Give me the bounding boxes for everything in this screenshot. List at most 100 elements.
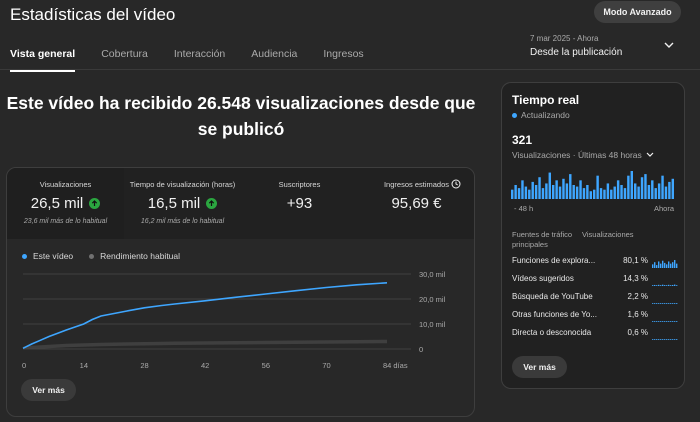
realtime-bar (552, 185, 555, 199)
sparkline-bar (674, 303, 676, 304)
metric-revenue[interactable]: Ingresos estimados 95,69 € (358, 168, 474, 239)
traffic-source-name: Directa o desconocida (512, 328, 592, 337)
sparkline-bar (674, 259, 676, 268)
sparkline-bar (676, 303, 678, 304)
sparkline-bar (658, 303, 660, 304)
metric-comparison: 16,2 mil más de lo habitual (140, 218, 225, 225)
clock-icon (451, 179, 461, 189)
traffic-sources-header: Fuentes de tráfico principales (512, 230, 573, 249)
realtime-bar (558, 186, 562, 199)
realtime-title: Tiempo real (512, 93, 580, 107)
arrow-up-icon (89, 198, 101, 209)
realtime-bar (623, 188, 627, 199)
metric-comparison: 23,6 mil más de lo habitual (23, 218, 108, 225)
sparkline-bar (652, 321, 654, 322)
date-range-selector[interactable]: 7 mar 2025 - Ahora Desde la publicación (530, 34, 622, 58)
x-tick-label: 84 días (383, 361, 408, 370)
realtime-axis-end: Ahora (654, 204, 675, 213)
realtime-bar (630, 171, 633, 199)
sparkline-bar (666, 321, 668, 322)
traffic-source-row[interactable]: Otras funciones de Yo... 1,6 % (512, 308, 678, 324)
chevron-down-icon (646, 152, 654, 157)
sparkline-bar (660, 321, 662, 322)
metric-subscribers[interactable]: Suscriptores +93 (241, 168, 358, 239)
realtime-bar (538, 177, 541, 199)
sparkline-bar (660, 285, 662, 286)
metric-views[interactable]: Visualizaciones 26,5 mil 23,6 mil más de… (7, 168, 124, 239)
realtime-bar (531, 181, 534, 199)
sparkline-bar (670, 321, 672, 322)
sparkline-bar (654, 284, 656, 286)
realtime-bar (541, 188, 545, 199)
views-headline: Este vídeo ha recibido 26.548 visualizac… (6, 93, 476, 139)
sparkline-bar (676, 339, 678, 340)
realtime-bar (593, 189, 596, 199)
sparkline-bar (668, 339, 670, 340)
traffic-sources-views-header: Visualizaciones (582, 230, 634, 239)
traffic-source-sparkline (652, 259, 678, 268)
sparkline-bar (658, 261, 660, 268)
sparkline-bar (660, 263, 662, 268)
realtime-see-more-button[interactable]: Ver más (512, 356, 567, 378)
realtime-bar-chart (511, 171, 674, 199)
realtime-bar (661, 175, 664, 199)
realtime-bar (545, 183, 548, 199)
metric-value: +93 (286, 195, 313, 212)
sparkline-bar (660, 303, 662, 304)
traffic-source-row[interactable]: Búsqueda de YouTube 2,2 % (512, 290, 678, 306)
traffic-source-row[interactable]: Directa o desconocida 0,6 % (512, 326, 678, 342)
realtime-bar (640, 177, 644, 199)
metric-watch-time[interactable]: Tiempo de visualización (horas) 16,5 mil… (124, 168, 241, 239)
traffic-source-sparkline (652, 321, 678, 322)
sparkline-bar (652, 264, 654, 268)
traffic-source-percent: 2,2 % (627, 292, 648, 301)
sparkline-bar (664, 262, 666, 268)
see-more-button[interactable]: Ver más (21, 379, 76, 401)
realtime-bar (627, 175, 630, 199)
sparkline-bar (670, 263, 672, 268)
traffic-source-sparkline (652, 303, 678, 304)
sparkline-bar (672, 339, 674, 340)
realtime-bar (548, 172, 551, 199)
metric-value: 26,5 mil (30, 195, 84, 212)
realtime-bar (572, 185, 575, 199)
x-tick-label: 56 (262, 361, 270, 370)
realtime-bar (644, 174, 647, 199)
realtime-bar (664, 186, 668, 199)
sparkline-bar (662, 321, 664, 322)
realtime-bar (565, 183, 569, 199)
realtime-bar (517, 188, 521, 199)
sparkline-bar (662, 303, 664, 304)
traffic-source-name: Búsqueda de YouTube (512, 292, 593, 301)
realtime-bar (575, 186, 579, 199)
traffic-source-percent: 80,1 % (623, 256, 648, 265)
sparkline-bar (664, 339, 666, 340)
sparkline-bar (652, 285, 654, 286)
sparkline-bar (672, 303, 674, 304)
sparkline-bar (672, 284, 674, 286)
live-dot-icon (512, 112, 517, 118)
y-tick-label: 10,0 mil (419, 320, 446, 329)
advanced-mode-button[interactable]: Modo Avanzado (594, 1, 681, 23)
y-tick-label: 0 (419, 345, 423, 354)
legend-this-video: Este vídeo (22, 251, 73, 261)
sparkline-bar (664, 321, 666, 322)
metric-label: Suscriptores (278, 180, 321, 189)
chevron-down-icon[interactable] (663, 40, 675, 50)
realtime-period-label: Visualizaciones · Últimas 48 horas (512, 150, 642, 160)
sparkline-bar (674, 339, 676, 340)
traffic-source-row[interactable]: Funciones de explora... 80,1 % (512, 254, 678, 270)
realtime-bar (637, 186, 640, 199)
traffic-source-row[interactable]: Vídeos sugeridos 14,3 % (512, 272, 678, 288)
traffic-source-name: Funciones de explora... (512, 256, 596, 265)
realtime-bar (514, 185, 517, 199)
realtime-card: Tiempo real Actualizando 321 Visualizaci… (501, 82, 685, 389)
realtime-bar (668, 181, 671, 199)
realtime-bar (599, 188, 603, 199)
realtime-status-label: Actualizando (521, 110, 570, 120)
realtime-period-selector[interactable]: Visualizaciones · Últimas 48 horas (512, 150, 655, 160)
sparkline-bar (670, 339, 672, 340)
realtime-bar (579, 180, 582, 199)
sparkline-bar (670, 303, 672, 304)
y-tick-label: 20,0 mil (419, 295, 446, 304)
